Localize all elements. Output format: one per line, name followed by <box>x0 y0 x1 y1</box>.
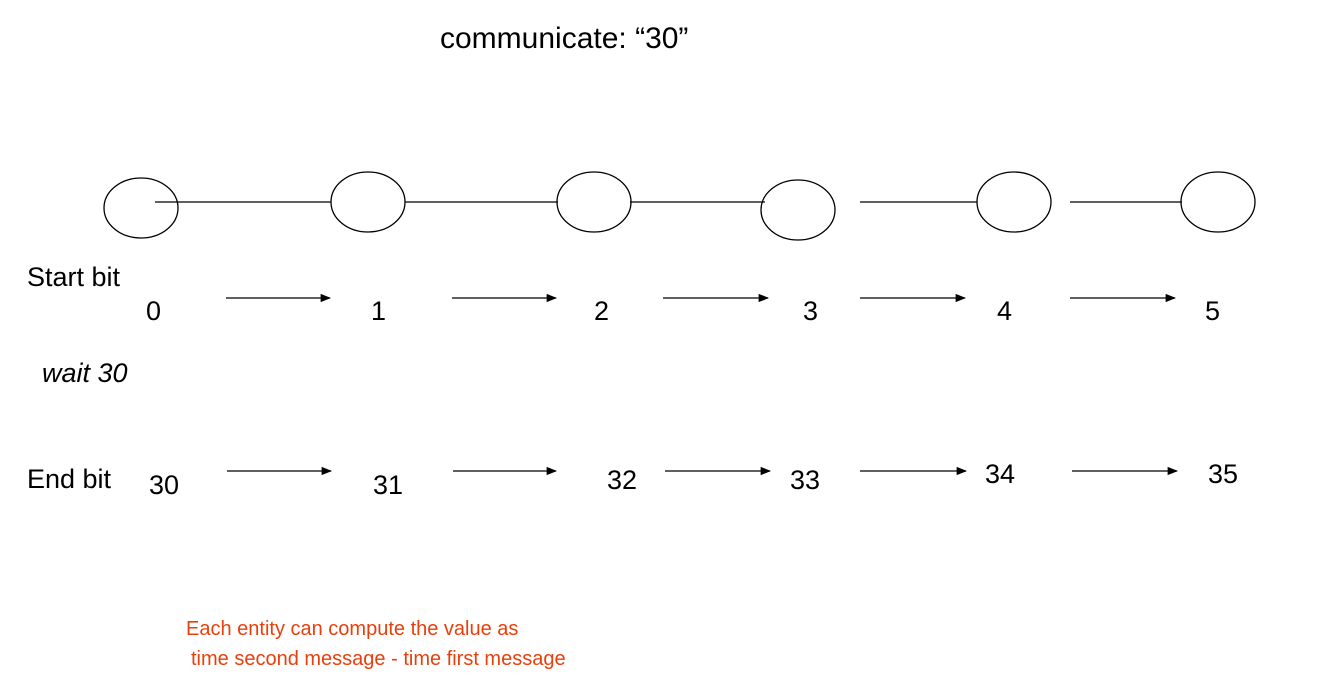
explanation-note: Each entity can compute the value as tim… <box>186 614 566 674</box>
start-value-4: 4 <box>997 296 1013 326</box>
node-5 <box>1180 171 1256 233</box>
page-title: communicate: “30” <box>440 22 689 55</box>
start-value-3: 3 <box>803 296 819 326</box>
line-network-diagram <box>103 171 1256 476</box>
end-value-32: 32 <box>607 465 638 495</box>
node-2 <box>556 171 632 233</box>
note-line-1: Each entity can compute the value as <box>186 618 519 640</box>
end-value-30: 30 <box>149 470 180 500</box>
start-value-2: 2 <box>594 296 610 326</box>
end-value-35: 35 <box>1208 459 1239 489</box>
note-line-2: time second message - time first message <box>191 648 566 670</box>
end-value-31: 31 <box>373 470 404 500</box>
start-value-1: 1 <box>371 296 387 326</box>
end-value-33: 33 <box>790 465 821 495</box>
node-4 <box>976 171 1052 233</box>
node-0 <box>103 177 179 239</box>
end-value-34: 34 <box>985 459 1016 489</box>
start-value-5: 5 <box>1205 296 1221 326</box>
start-value-0: 0 <box>146 296 162 326</box>
node-1 <box>330 171 406 233</box>
node-3 <box>760 179 836 241</box>
wait-label: wait 30 <box>42 358 128 388</box>
start-bit-label: Start bit <box>27 262 121 292</box>
end-bit-label: End bit <box>27 464 112 494</box>
